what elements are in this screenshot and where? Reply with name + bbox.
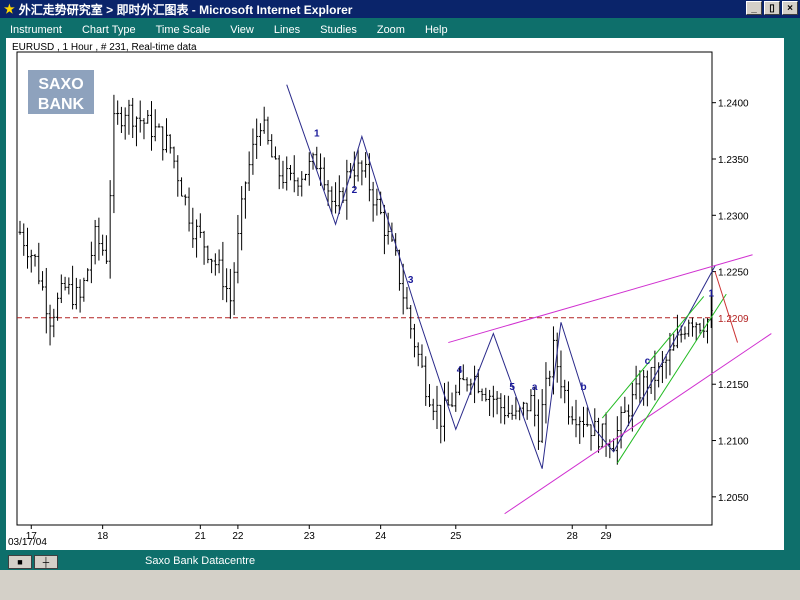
menu-help[interactable]: Help <box>425 24 448 36</box>
x-tick-label: 21 <box>195 531 207 542</box>
data-source-label: Saxo Bank Datacentre <box>145 555 256 567</box>
window-titlebar: ★ 外汇走势研究室 > 即时外汇图表 - Microsoft Internet … <box>0 0 800 18</box>
trend-line <box>601 296 705 419</box>
y-tick-label: 1.2050 <box>718 493 749 504</box>
current-price-label: 1.2209 <box>718 314 749 325</box>
chart-application: Instrument Chart Type Time Scale View Li… <box>0 18 800 570</box>
chart-title: EURUSD , 1 Hour , # 231, Real-time data <box>12 42 197 53</box>
start-date-label: 03/17/04 <box>8 537 47 548</box>
menu-zoom[interactable]: Zoom <box>377 24 405 36</box>
menu-instrument[interactable]: Instrument <box>10 24 62 36</box>
y-tick-label: 1.2300 <box>718 211 749 222</box>
y-tick-label: 1.2400 <box>718 99 749 110</box>
trend-line <box>448 254 753 344</box>
toolbar-crosshair-icon[interactable]: ┼ <box>34 555 58 569</box>
wave-label: 1 <box>708 288 714 299</box>
trend-line <box>504 333 772 515</box>
wave-label: b <box>580 382 586 393</box>
menu-bar: Instrument Chart Type Time Scale View Li… <box>4 20 448 40</box>
y-tick-label: 1.2100 <box>718 437 749 448</box>
x-tick-label: 25 <box>450 531 462 542</box>
trend-line <box>616 293 727 464</box>
wave-label: 3 <box>408 275 414 286</box>
menu-studies[interactable]: Studies <box>320 24 357 36</box>
window-title: 外汇走势研究室 > 即时外汇图表 - Microsoft Internet Ex… <box>18 2 353 17</box>
y-tick-label: 1.2150 <box>718 380 749 391</box>
wave-label: 5 <box>509 382 515 393</box>
saxo-bank-logo: SAXO BANK <box>28 70 94 114</box>
wave-label: 4 <box>457 365 463 376</box>
favorite-star-icon: ★ <box>4 2 15 16</box>
x-tick-label: 22 <box>232 531 244 542</box>
toolbar-record-icon[interactable]: ■ <box>8 555 32 569</box>
y-tick-label: 1.2250 <box>718 268 749 279</box>
menu-time-scale[interactable]: Time Scale <box>156 24 211 36</box>
vertical-scrollbar[interactable] <box>784 38 800 550</box>
maximize-button[interactable]: ▯ <box>764 1 780 15</box>
wave-label: c <box>645 356 651 367</box>
x-tick-label: 23 <box>304 531 316 542</box>
wave-label: 2 <box>352 185 358 196</box>
x-tick-label: 24 <box>375 531 387 542</box>
wave-label: 1 <box>314 128 320 139</box>
chart-panel[interactable]: EURUSD , 1 Hour , # 231, Real-time data … <box>6 38 784 550</box>
x-tick-label: 29 <box>600 531 612 542</box>
browser-status-strip <box>0 570 800 600</box>
logo-line-2: BANK <box>38 96 85 113</box>
menu-lines[interactable]: Lines <box>274 24 300 36</box>
chart-svg[interactable]: EURUSD , 1 Hour , # 231, Real-time data … <box>6 38 784 550</box>
x-tick-label: 28 <box>567 531 579 542</box>
logo-line-1: SAXO <box>38 76 83 93</box>
close-button[interactable]: × <box>782 1 798 15</box>
wave-label: a <box>532 382 538 393</box>
status-bar: ■ ┼ Saxo Bank Datacentre <box>0 554 800 570</box>
menu-chart-type[interactable]: Chart Type <box>82 24 136 36</box>
minimize-button[interactable]: _ <box>746 1 762 15</box>
y-tick-label: 1.2350 <box>718 155 749 166</box>
menu-view[interactable]: View <box>230 24 254 36</box>
x-tick-label: 18 <box>97 531 109 542</box>
